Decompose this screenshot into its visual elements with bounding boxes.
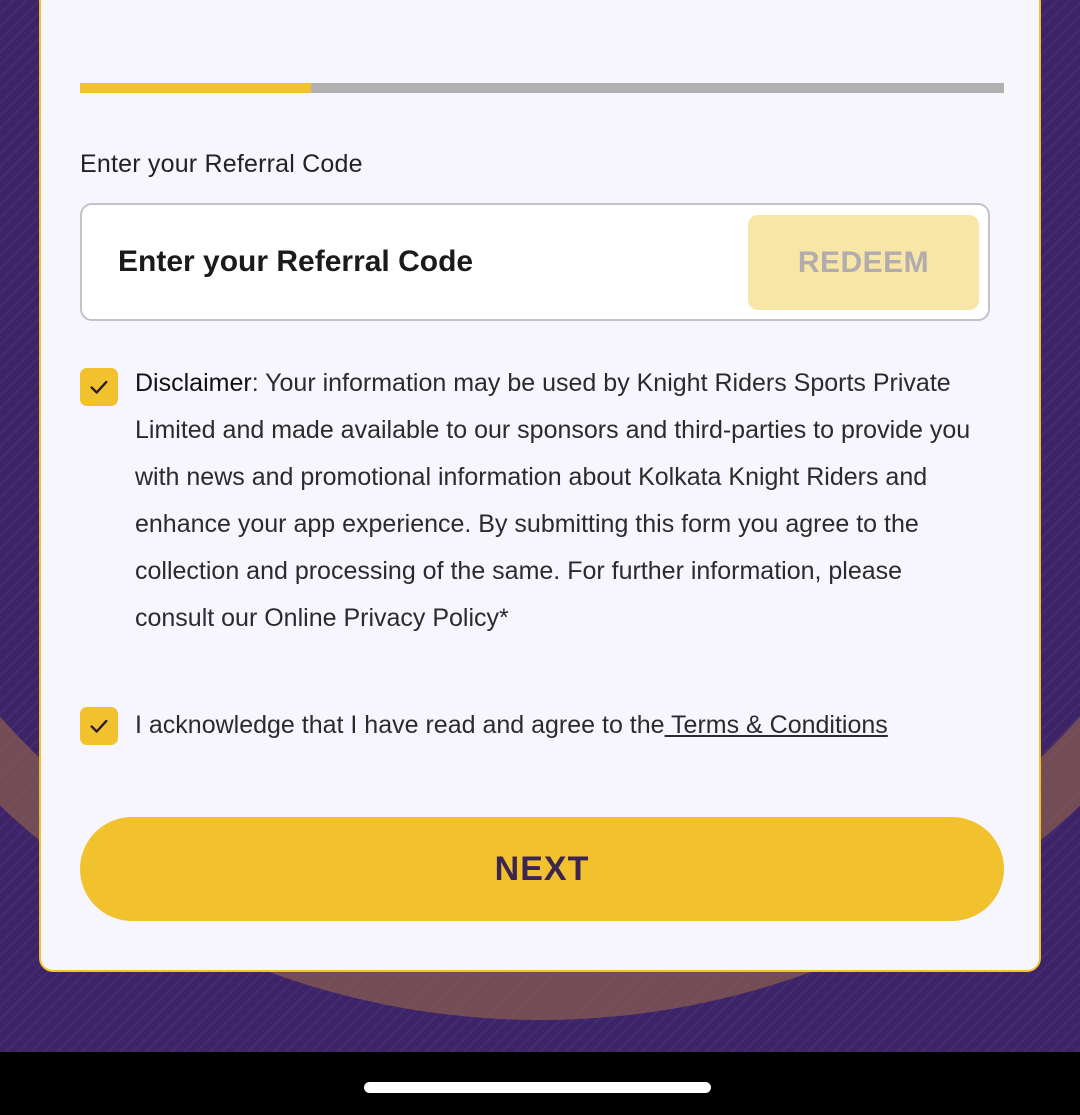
redeem-button[interactable]: REDEEM (748, 215, 979, 310)
disclaimer-body: : Your information may be used by Knight… (135, 369, 971, 632)
checkmark-icon (90, 719, 108, 733)
disclaimer-title: Disclaimer (135, 369, 252, 397)
next-button[interactable]: NEXT (80, 817, 1004, 921)
referral-form-card: Enter your Referral Code REDEEM Disclaim… (39, 0, 1041, 972)
terms-conditions-link[interactable]: Terms & Conditions (665, 711, 888, 739)
progress-bar (80, 83, 1004, 93)
checkmark-icon (90, 380, 108, 394)
system-navigation-bar (0, 1052, 1080, 1115)
disclaimer-text: Disclaimer: Your information may be used… (135, 360, 975, 632)
disclaimer-checkbox[interactable] (80, 368, 118, 406)
acknowledge-text: I acknowledge that I have read and agree… (135, 711, 665, 739)
terms-acknowledgement: I acknowledge that I have read and agree… (135, 702, 888, 749)
referral-code-input[interactable] (118, 227, 738, 297)
home-indicator[interactable] (364, 1082, 711, 1093)
referral-field-label: Enter your Referral Code (80, 150, 363, 178)
referral-input-container: REDEEM (80, 203, 990, 321)
terms-checkbox[interactable] (80, 707, 118, 745)
progress-bar-fill (80, 83, 311, 93)
